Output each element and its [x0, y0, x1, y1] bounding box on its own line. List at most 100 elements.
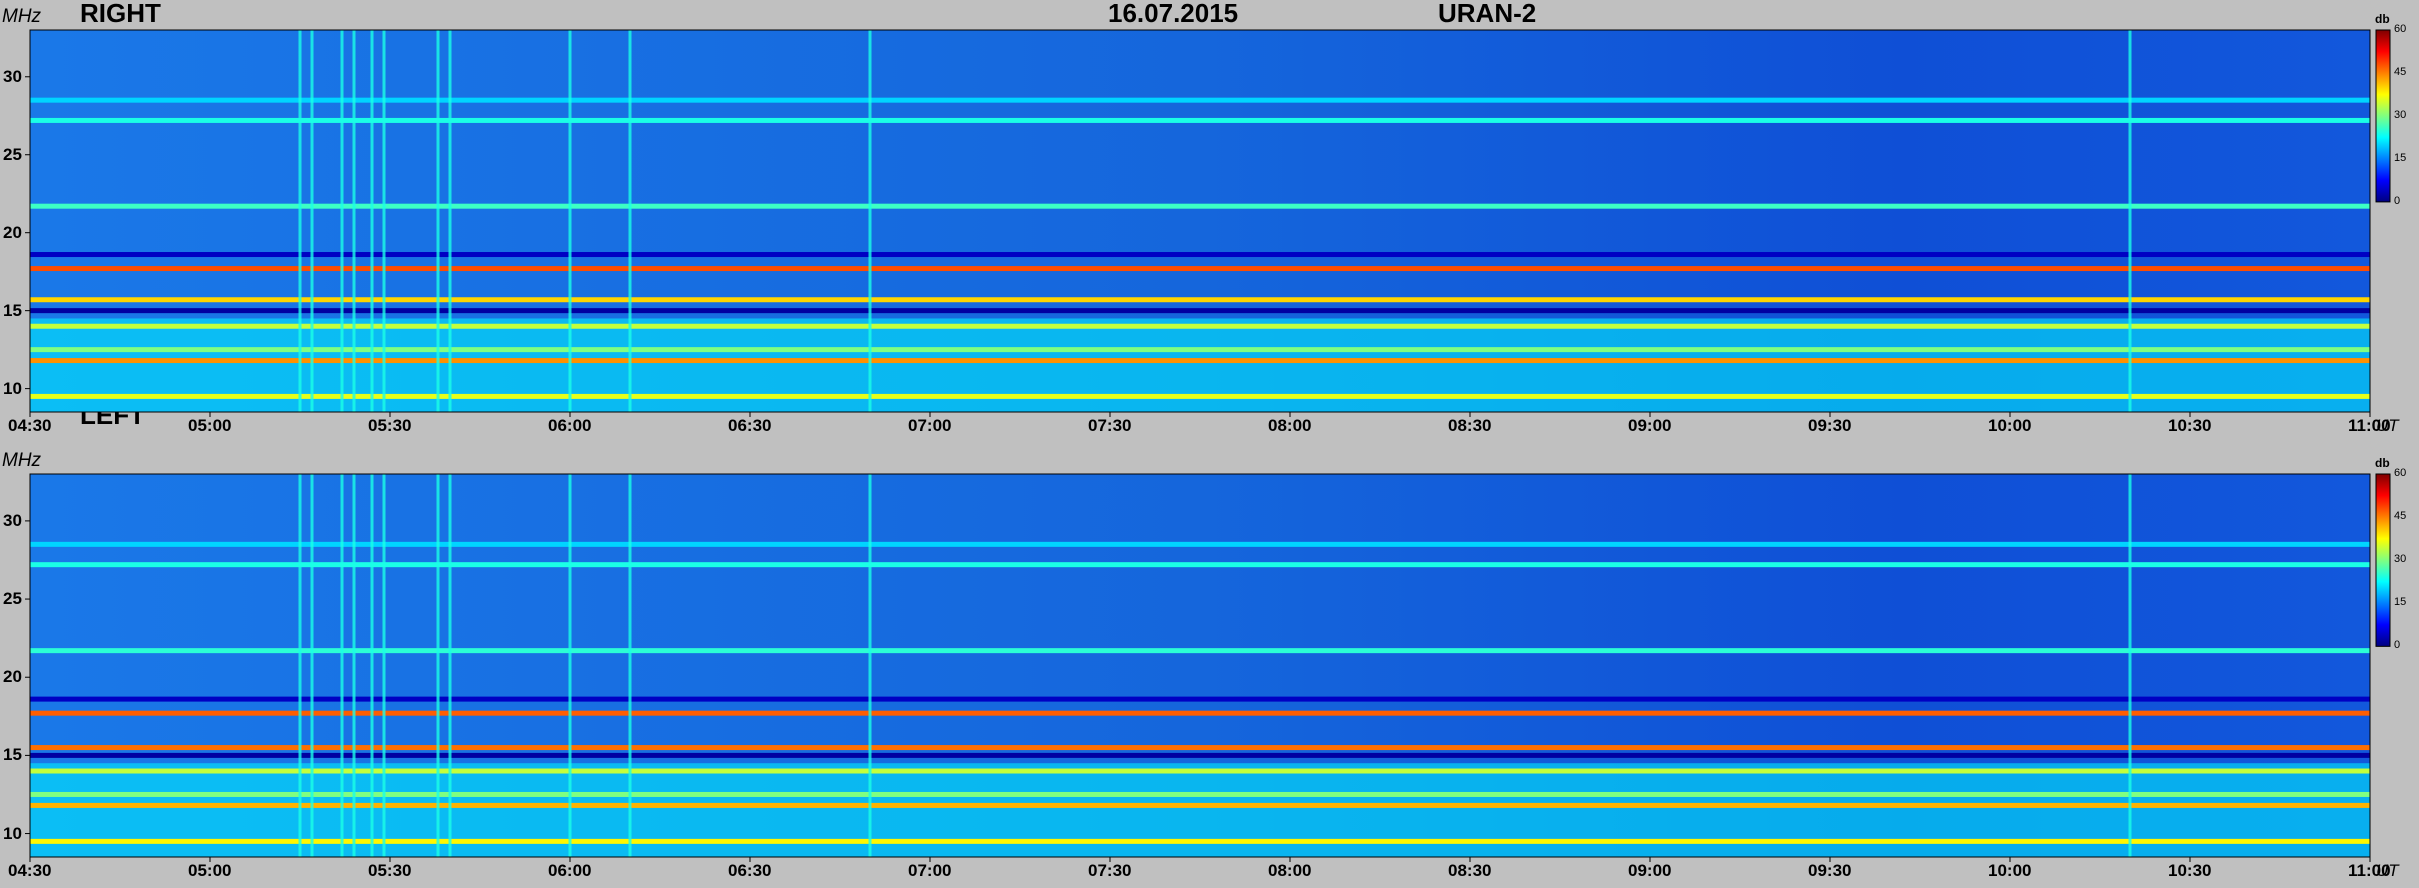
x-tick-label: 04:30: [8, 416, 52, 435]
colorbar-tick-label: 45: [2394, 510, 2407, 523]
y-tick-label: 15: [3, 745, 22, 765]
x-tick-label: 10:30: [2168, 416, 2212, 435]
band-line-6: [30, 266, 2370, 272]
burst-line-8: [568, 30, 572, 412]
burst-line-4: [370, 30, 374, 412]
band-line-0: [30, 838, 2370, 844]
x-tick-label: 09:30: [1808, 861, 1852, 880]
x-tick-label: 07:00: [908, 861, 952, 880]
colorbar-tick-label: 15: [2394, 596, 2407, 609]
band-line-9: [30, 562, 2370, 568]
y-tick-label: 20: [3, 667, 22, 687]
x-tick-label: 07:30: [1088, 416, 1132, 435]
x-tick-label: 05:00: [188, 416, 232, 435]
colorbar: [2375, 473, 2391, 647]
burst-line-9: [628, 30, 632, 412]
burst-line-1: [310, 474, 314, 857]
burst-line-2: [340, 30, 344, 412]
burst-line-10: [868, 30, 872, 412]
x-tick-label: 06:30: [728, 416, 772, 435]
x-tick-label: 05:30: [368, 416, 412, 435]
band-line-7: [30, 252, 2370, 258]
spectrogram-canvas: [25, 29, 2391, 862]
left-spectrogram: [25, 473, 2391, 862]
x-tick-label: 04:30: [8, 861, 52, 880]
burst-line-11: [2128, 474, 2132, 857]
y-tick-label: 25: [3, 144, 22, 164]
burst-line-3: [352, 474, 356, 857]
colorbar-tick-label: 60: [2394, 23, 2407, 35]
band-line-8: [30, 648, 2370, 654]
colorbar-unit: db: [2375, 12, 2390, 26]
x-tick-label: 10:00: [1988, 416, 2032, 435]
y-tick-label: 30: [3, 66, 22, 86]
x-axis-unit: UT: [2376, 861, 2399, 880]
burst-line-6: [436, 474, 440, 857]
y-tick-label: 25: [3, 589, 22, 609]
colorbar-tick-label: 0: [2394, 194, 2401, 207]
burst-line-0: [298, 474, 302, 857]
y-tick-label: 20: [3, 222, 22, 242]
x-tick-label: 06:30: [728, 861, 772, 880]
band-line-2: [30, 347, 2370, 353]
colorbar-tick-label: 0: [2394, 639, 2401, 652]
band-line-1: [30, 358, 2370, 364]
burst-line-7: [448, 474, 452, 857]
band-line-4: [30, 308, 2370, 314]
burst-line-3: [352, 30, 356, 412]
band-line-5: [30, 297, 2370, 303]
x-tick-label: 08:00: [1268, 861, 1312, 880]
burst-line-5: [382, 474, 386, 857]
burst-line-0: [298, 30, 302, 412]
band-line-4: [30, 752, 2370, 758]
y-tick-label: 10: [3, 378, 22, 398]
band-line-7: [30, 696, 2370, 702]
band-line-10: [30, 97, 2370, 103]
x-tick-label: 06:00: [548, 861, 592, 880]
band-line-0: [30, 393, 2370, 399]
x-tick-label: 08:00: [1268, 416, 1312, 435]
x-tick-label: 05:30: [368, 861, 412, 880]
burst-line-10: [868, 474, 872, 857]
colorbar: [2375, 29, 2391, 203]
burst-line-2: [340, 474, 344, 857]
burst-line-9: [628, 474, 632, 857]
colorbar-tick-label: 30: [2394, 108, 2407, 121]
burst-line-8: [568, 474, 572, 857]
band-line-8: [30, 203, 2370, 209]
y-tick-label: 30: [3, 510, 22, 530]
x-tick-label: 09:00: [1628, 861, 1672, 880]
colorbar-tick-label: 30: [2394, 553, 2407, 566]
x-axis-unit: UT: [2376, 416, 2399, 435]
x-tick-label: 09:30: [1808, 416, 1852, 435]
x-tick-label: 06:00: [548, 416, 592, 435]
burst-line-7: [448, 30, 452, 412]
x-tick-label: 08:30: [1448, 416, 1492, 435]
x-tick-label: 05:00: [188, 861, 232, 880]
y-tick-label: 10: [3, 823, 22, 843]
burst-line-11: [2128, 30, 2132, 412]
x-tick-label: 07:00: [908, 416, 952, 435]
x-tick-label: 10:30: [2168, 861, 2212, 880]
x-tick-label: 09:00: [1628, 416, 1672, 435]
burst-line-5: [382, 30, 386, 412]
burst-line-6: [436, 30, 440, 412]
colorbar-unit: db: [2375, 456, 2390, 470]
band-line-1: [30, 802, 2370, 808]
burst-line-4: [370, 474, 374, 857]
band-line-5: [30, 745, 2370, 751]
band-line-6: [30, 710, 2370, 716]
y-tick-label: 15: [3, 300, 22, 320]
x-tick-label: 08:30: [1448, 861, 1492, 880]
colorbar-tick-label: 45: [2394, 65, 2407, 78]
colorbar-tick-label: 15: [2394, 151, 2407, 164]
colorbar-tick-label: 60: [2394, 467, 2407, 479]
band-line-9: [30, 117, 2370, 123]
burst-line-1: [310, 30, 314, 412]
band-line-3: [30, 768, 2370, 774]
x-tick-label: 07:30: [1088, 861, 1132, 880]
band-line-3: [30, 323, 2370, 329]
x-tick-label: 10:00: [1988, 861, 2032, 880]
band-line-2: [30, 791, 2370, 797]
band-line-10: [30, 541, 2370, 547]
